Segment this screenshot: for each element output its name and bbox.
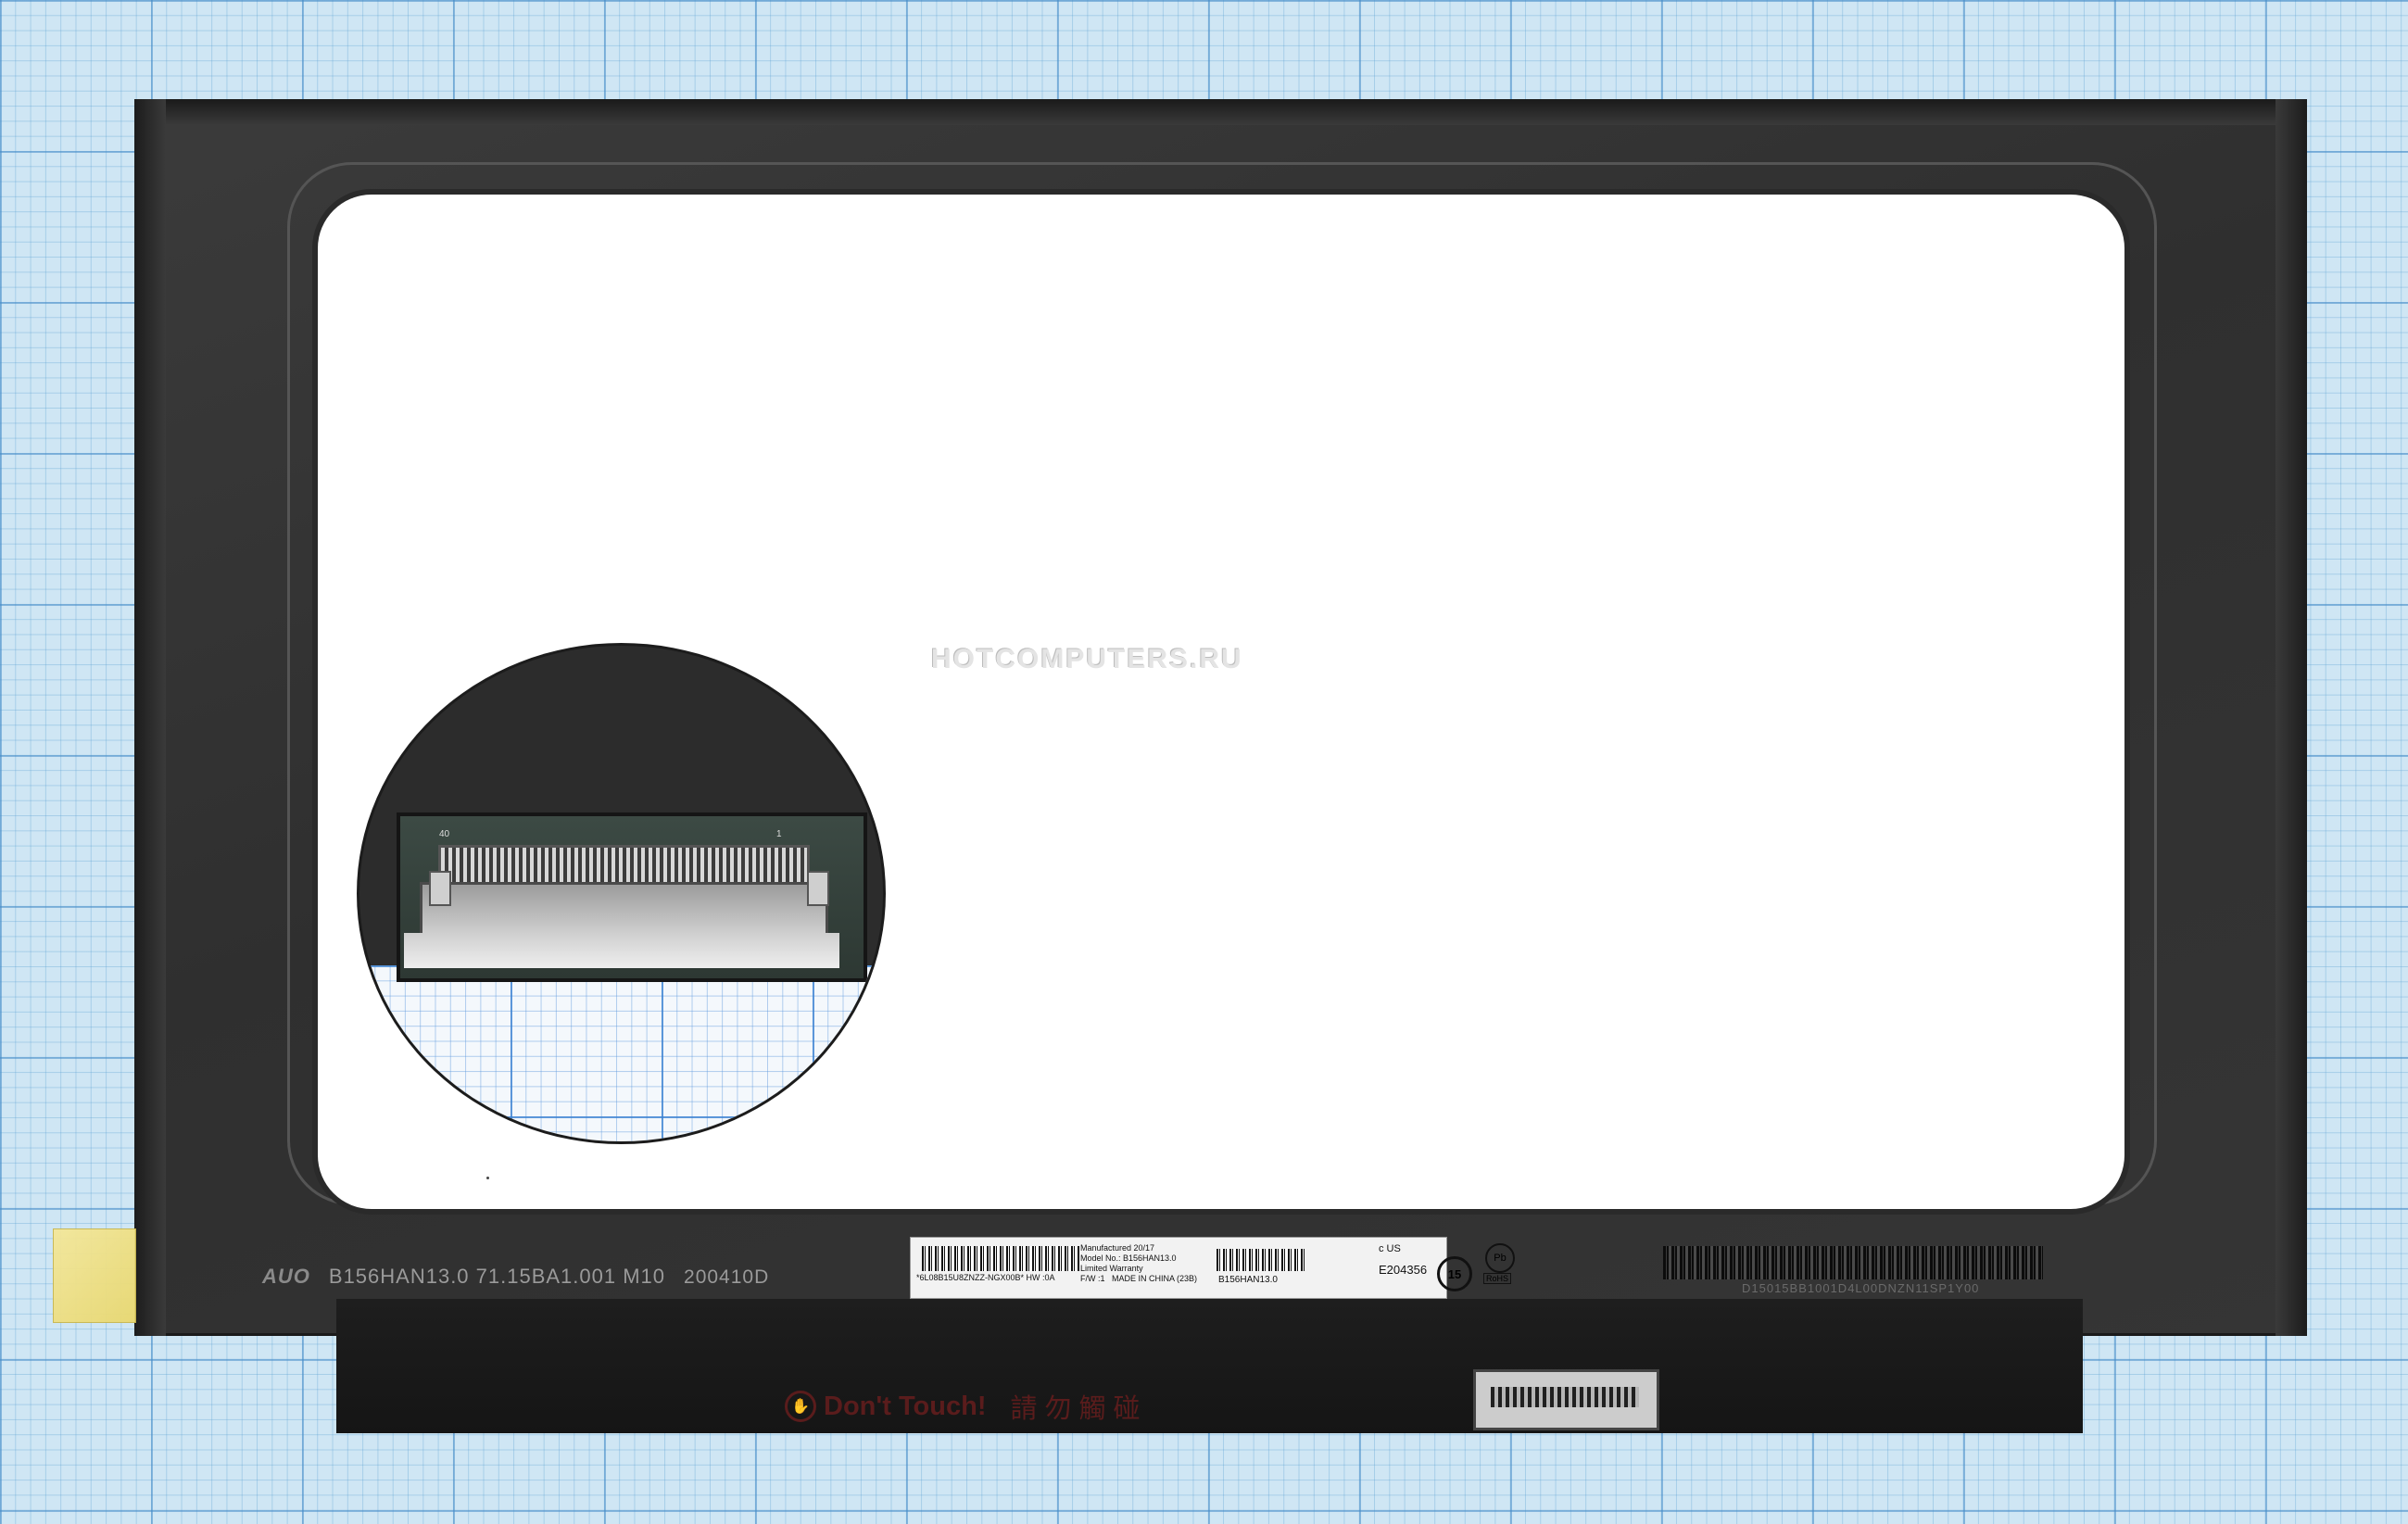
made-in-text: MADE IN CHINA (23B) — [1112, 1274, 1198, 1283]
cert-number: E204356 — [1379, 1263, 1428, 1277]
right-barcode — [1663, 1246, 2043, 1279]
label-sticker: *6L08B15U8ZNZZ-NGX00B* HW :0A Manufactur… — [910, 1237, 1515, 1299]
warranty-text: Limited Warranty — [1080, 1264, 1143, 1273]
warning-text: Don't Touch! — [824, 1391, 987, 1421]
barcode-1-text: *6L08B15U8ZNZZ-NGX00B* HW :0A — [916, 1273, 1055, 1282]
barcode-1 — [922, 1246, 1079, 1271]
panel-top-bevel — [134, 99, 2307, 125]
panel-right-bevel — [2276, 99, 2307, 1336]
bottom-connector-strip — [336, 1299, 2083, 1433]
rohs-mark: RoHS — [1483, 1273, 1512, 1284]
hand-warning-icon: ✋ — [785, 1391, 816, 1422]
zoom-latch-left — [429, 871, 451, 906]
code-text: 200410D — [684, 1266, 770, 1288]
fw-text: F/W :1 — [1080, 1274, 1105, 1283]
zoom-grid-paper — [359, 965, 883, 1141]
fw-line: F/W :1 MADE IN CHINA (23B) — [1080, 1274, 1197, 1284]
connector-zoom-circle: 40 1 — [359, 646, 883, 1141]
auo-logo: AUO — [262, 1265, 310, 1288]
model-no-text: Model No.: B156HAN13.0 — [1080, 1253, 1177, 1263]
fifteen-mark: 15 — [1437, 1256, 1472, 1291]
zoom-cable — [404, 933, 839, 968]
zoom-left-mark: 40 — [439, 829, 450, 839]
edp-connector — [1473, 1369, 1659, 1430]
dont-touch-warning: ✋ Don't Touch! 請勿觸碰 — [785, 1387, 1148, 1426]
warning-cjk-text: 請勿觸碰 — [1010, 1394, 1148, 1424]
ul-mark: c US — [1379, 1243, 1401, 1254]
watermark: HOTCOMPUTERS.RU — [931, 644, 1243, 674]
zoom-latch-right — [807, 871, 829, 906]
sticker-info: Manufactured 20/17 Model No.: B156HAN13.… — [1080, 1243, 1197, 1284]
manufactured-text: Manufactured 20/17 — [1080, 1243, 1155, 1253]
edp-connector-pins — [1491, 1387, 1639, 1407]
model-text: B156HAN13.0 71.15BA1.001 M10 — [328, 1265, 666, 1288]
dust-dot — [486, 1177, 489, 1179]
right-barcode-text: D15015BB1001D4L00DNZN11SP1Y00 — [1742, 1281, 1980, 1295]
pb-free-mark: Pb — [1485, 1243, 1515, 1273]
zoom-right-mark: 1 — [776, 829, 782, 839]
yellow-tape — [53, 1228, 136, 1323]
barcode-2-text: B156HAN13.0 — [1218, 1275, 1278, 1285]
panel-left-bevel — [134, 99, 166, 1336]
bezel-model-line: AUO B156HAN13.0 71.15BA1.001 M10 200410D — [262, 1265, 769, 1289]
barcode-2 — [1217, 1249, 1305, 1271]
